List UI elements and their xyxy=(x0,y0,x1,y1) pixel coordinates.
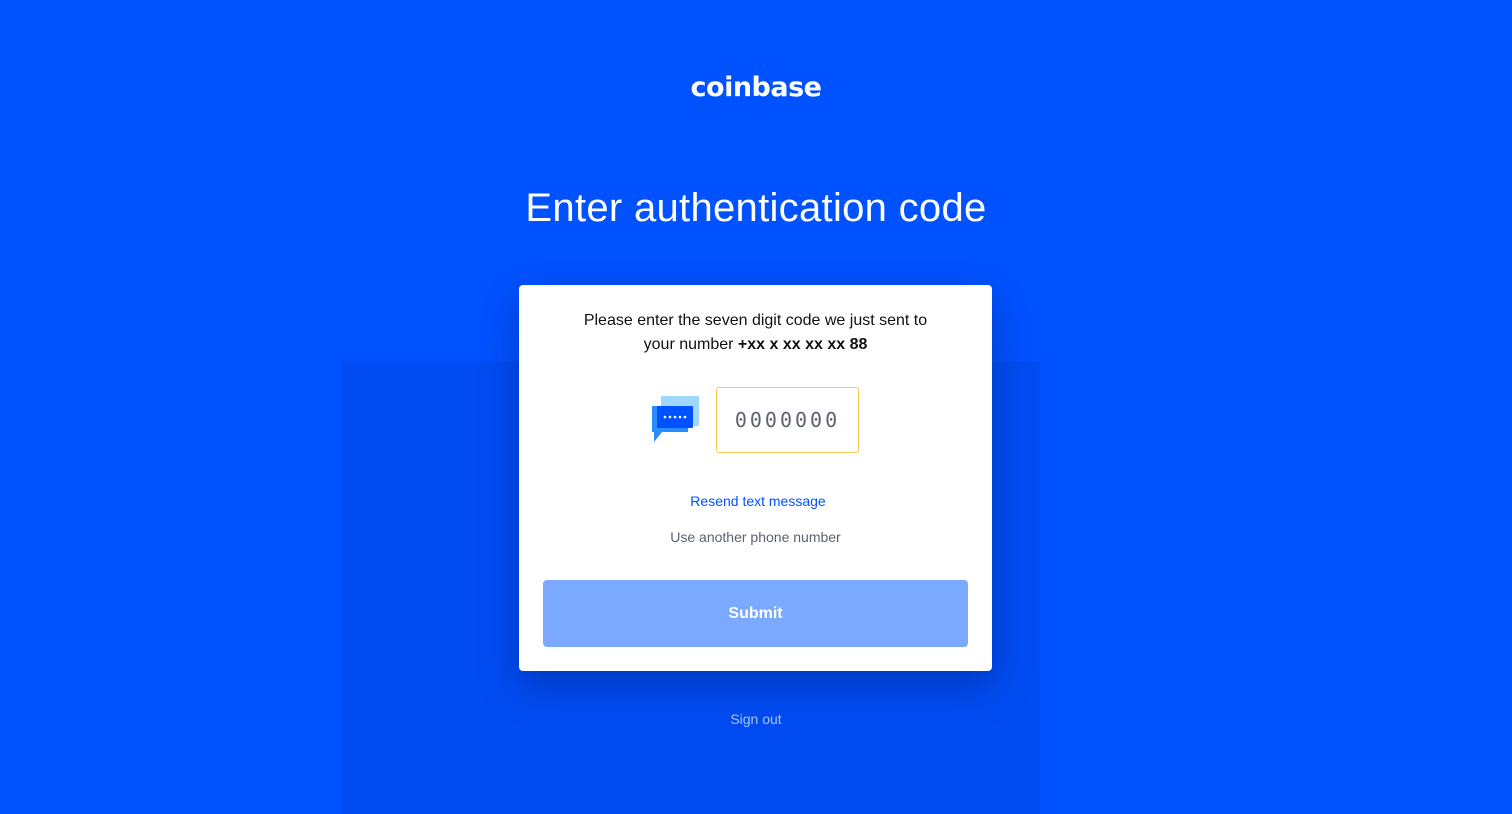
page-title: Enter authentication code xyxy=(525,186,987,230)
use-another-phone-number-link[interactable]: Use another phone number xyxy=(519,529,992,545)
instructions-text: Please enter the seven digit code we jus… xyxy=(559,309,952,357)
instructions-line-2-prefix: your number xyxy=(643,336,738,353)
masked-phone-number: +xx x xx xx xx 88 xyxy=(737,336,868,353)
coinbase-logo: coinbase xyxy=(690,72,822,103)
sign-out-link[interactable]: Sign out xyxy=(0,711,1512,727)
submit-button[interactable]: Submit xyxy=(543,580,968,647)
authentication-code-input[interactable] xyxy=(716,387,859,453)
auth-card: Please enter the seven digit code we jus… xyxy=(519,285,992,671)
resend-text-message-link[interactable]: Resend text message xyxy=(519,493,997,509)
instructions-line-1: Please enter the seven digit code we jus… xyxy=(583,312,928,329)
chat-bubble-icon xyxy=(652,396,702,444)
